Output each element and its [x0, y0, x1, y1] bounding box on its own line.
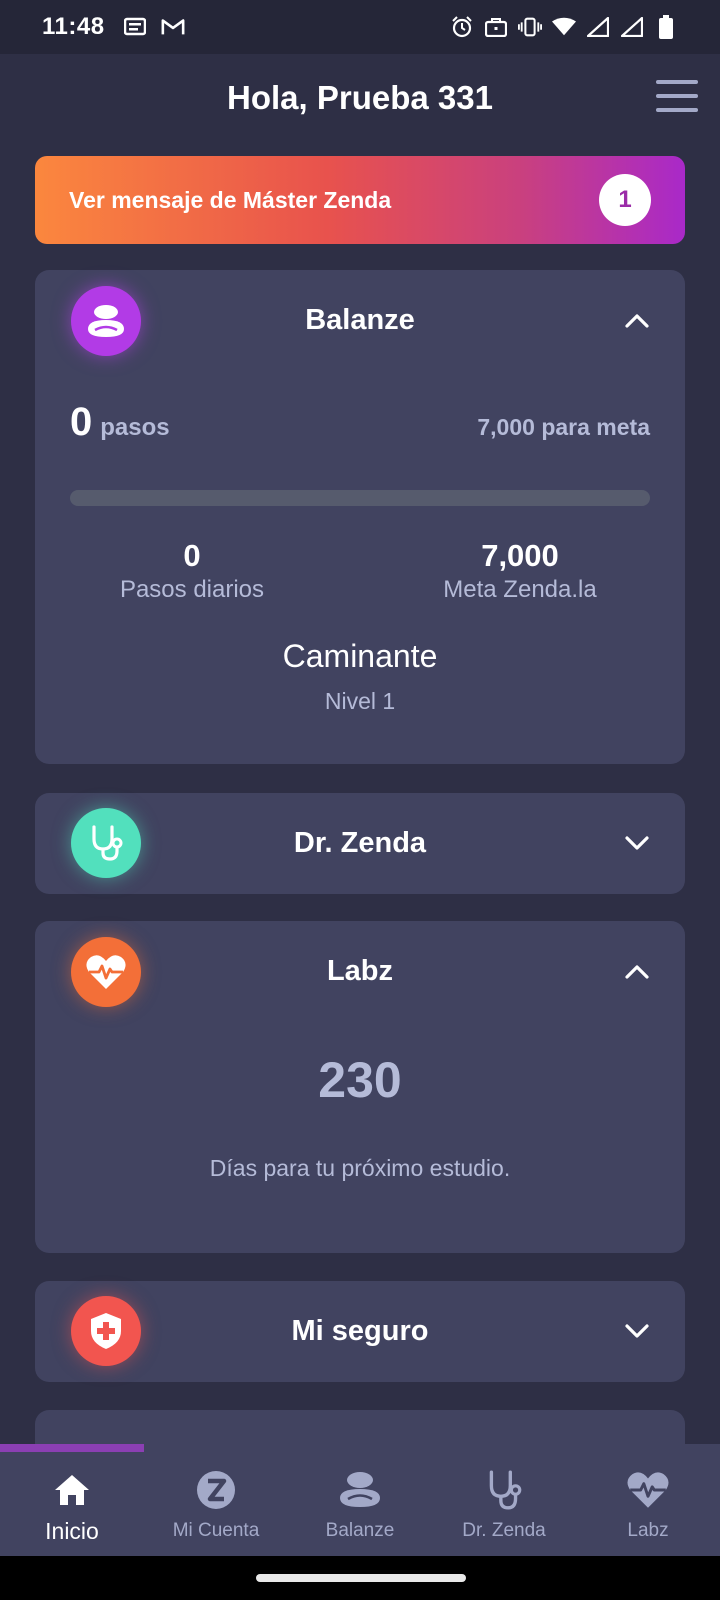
shield-cross-icon	[71, 1296, 141, 1366]
gesture-bar	[0, 1556, 720, 1600]
days-until-study-label: Días para tu próximo estudio.	[209, 1155, 511, 1181]
mi-seguro-card-header[interactable]: Mi seguro	[35, 1281, 685, 1381]
chevron-down-icon[interactable]	[623, 829, 651, 857]
nav-label-mi-cuenta: Mi Cuenta	[172, 1520, 260, 1541]
labz-card-header[interactable]: Labz	[35, 921, 685, 1021]
days-until-study-value: 230	[318, 1052, 402, 1108]
chevron-up-icon[interactable]	[623, 306, 651, 334]
status-left-icons	[123, 15, 185, 39]
nav-label-dr-zenda: Dr. Zenda	[462, 1520, 546, 1541]
balanze-card-header[interactable]: Balanze	[35, 270, 685, 370]
banner-count-badge: 1	[599, 174, 651, 226]
nav-item-labz[interactable]: Labz	[576, 1444, 720, 1556]
heart-pulse-icon	[71, 937, 141, 1007]
steps-row: 0 pasos 7,000 para meta	[70, 400, 650, 445]
mi-seguro-title: Mi seguro	[291, 1314, 429, 1347]
daily-steps-label: Pasos diarios	[119, 576, 265, 603]
active-tab-indicator	[0, 1444, 144, 1452]
level-title: Caminante	[282, 638, 438, 674]
nav-label-inicio: Inicio	[45, 1518, 99, 1544]
stethoscope-icon	[71, 808, 141, 878]
vibrate-icon	[518, 15, 542, 39]
labz-card: Labz 230 Días para tu próximo estudio.	[35, 921, 685, 1253]
goal-stat: 7,000 Meta Zenda.la	[400, 538, 640, 604]
signal-icon	[586, 15, 610, 39]
home-gesture-handle[interactable]	[256, 1574, 466, 1582]
nav-item-balanze[interactable]: Balanze	[288, 1444, 432, 1556]
balanze-stones-icon	[338, 1468, 382, 1512]
balanze-card: Balanze 0 pasos 7,000 para meta 0 Pasos …	[35, 270, 685, 764]
daily-steps-stat: 0 Pasos diarios	[72, 538, 312, 604]
nav-item-dr-zenda[interactable]: Dr. Zenda	[432, 1444, 576, 1556]
steps-progress-bar	[70, 490, 650, 506]
steps-value: 0	[70, 400, 93, 444]
nav-item-mi-cuenta[interactable]: Mi Cuenta	[144, 1444, 288, 1556]
status-right-icons	[450, 15, 678, 39]
master-message-banner[interactable]: Ver mensaje de Máster Zenda 1	[35, 156, 685, 244]
status-bar: 11:48	[0, 0, 720, 54]
alarm-icon	[450, 15, 474, 39]
daily-steps-value: 0	[183, 538, 201, 573]
zenda-z-icon	[194, 1468, 238, 1512]
labz-title: Labz	[326, 954, 394, 987]
home-icon	[50, 1468, 94, 1512]
header: Hola, Prueba 331	[0, 54, 720, 142]
level-subtitle: Nivel 1	[324, 688, 396, 714]
page-title: Hola, Prueba 331	[227, 79, 493, 116]
stethoscope-icon	[482, 1468, 526, 1512]
nav-item-inicio[interactable]: Inicio	[0, 1444, 144, 1556]
balanze-stones-icon	[71, 286, 141, 356]
goal-value: 7,000	[481, 538, 559, 573]
briefcase-icon	[484, 15, 508, 39]
hamburger-menu-icon[interactable]	[656, 80, 698, 112]
gmail-icon	[161, 15, 185, 39]
dr-zenda-card-header[interactable]: Dr. Zenda	[35, 793, 685, 893]
steps-unit: pasos	[100, 414, 170, 441]
mi-seguro-card: Mi seguro	[35, 1281, 685, 1382]
notification-icon	[123, 15, 147, 39]
signal-icon	[620, 15, 644, 39]
wifi-icon	[552, 15, 576, 39]
heart-pulse-icon	[626, 1468, 670, 1512]
goal-remaining-text: 7,000 para meta	[477, 414, 650, 440]
chevron-down-icon[interactable]	[623, 1317, 651, 1345]
status-time: 11:48	[42, 13, 105, 40]
battery-icon	[654, 15, 678, 39]
bottom-navigation: Inicio Mi Cuenta Balanze Dr. Zenda Labz	[0, 1444, 720, 1556]
dr-zenda-card: Dr. Zenda	[35, 793, 685, 894]
nav-label-labz: Labz	[627, 1520, 669, 1541]
dr-zenda-title: Dr. Zenda	[293, 826, 427, 859]
banner-text: Ver mensaje de Máster Zenda	[69, 186, 392, 213]
balanze-title: Balanze	[305, 303, 415, 336]
goal-label: Meta Zenda.la	[443, 576, 597, 603]
nav-label-balanze: Balanze	[325, 1520, 395, 1541]
chevron-up-icon[interactable]	[623, 957, 651, 985]
